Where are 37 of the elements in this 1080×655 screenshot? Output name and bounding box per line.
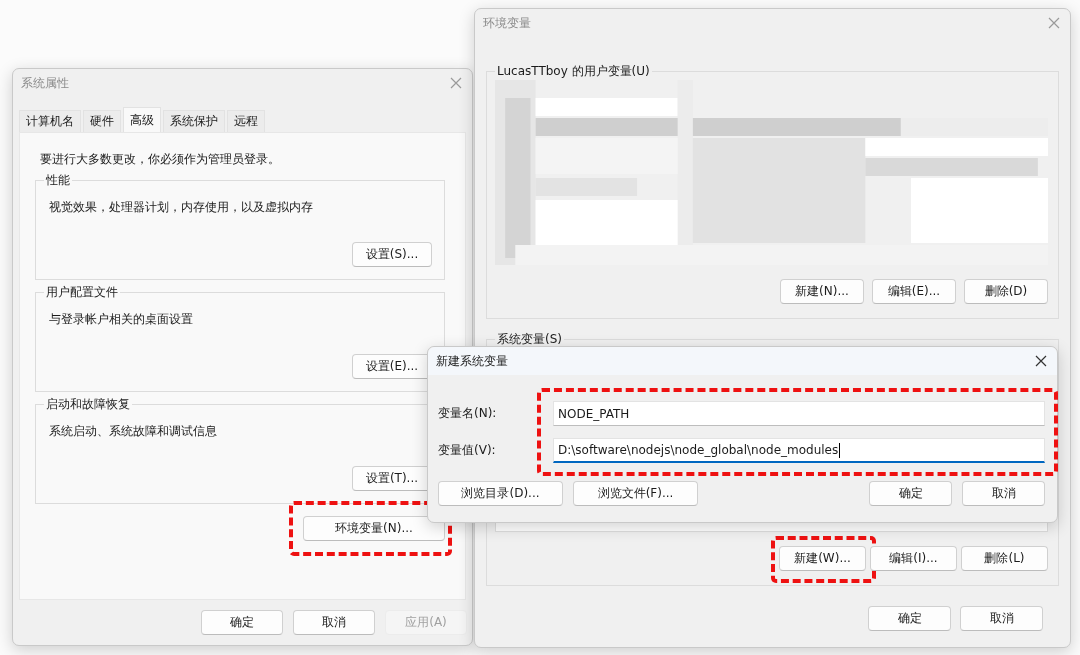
dialog-button[interactable]: 确定 (201, 610, 283, 635)
group-label: 用户配置文件 (44, 284, 120, 301)
group-label: LucasTTboy 的用户变量(U) (495, 63, 652, 80)
window-title: 系统属性 (21, 74, 69, 92)
group-label: 性能 (44, 172, 72, 189)
close-icon[interactable] (1035, 355, 1047, 367)
tab[interactable]: 远程 (227, 110, 265, 132)
dialog-button[interactable]: 确定 (868, 606, 951, 631)
dialog-button[interactable]: 确定 (869, 481, 952, 506)
dialog-button[interactable]: 删除(L) (961, 546, 1048, 571)
dialog-button[interactable]: 编辑(E)... (872, 279, 956, 304)
window-title: 环境变量 (483, 14, 531, 32)
dialog-button[interactable]: 新建(W)... (779, 546, 866, 571)
group-label: 启动和故障恢复 (44, 396, 132, 413)
dialog-button[interactable]: 新建(N)... (780, 279, 864, 304)
environment-variables-button[interactable]: 环境变量(N)... (303, 516, 445, 541)
dialog-button[interactable]: 取消 (293, 610, 375, 635)
group-description: 系统启动、系统故障和调试信息 (48, 423, 218, 440)
dialog-button[interactable]: 取消 (962, 481, 1045, 506)
field-label: 变量值(V): (438, 442, 497, 459)
input-field[interactable]: NODE_PATH (553, 401, 1045, 426)
window-title: 新建系统变量 (436, 352, 508, 370)
input-field[interactable]: D:\software\nodejs\node_global\node_modules (553, 438, 1045, 463)
browse-button[interactable]: 浏览文件(F)... (573, 481, 698, 506)
field-label: 变量名(N): (438, 405, 498, 422)
settings-button[interactable]: 设置(S)... (352, 242, 432, 267)
browse-button[interactable]: 浏览目录(D)... (438, 481, 563, 506)
tab[interactable]: 系统保护 (163, 110, 225, 132)
dialog-button[interactable]: 取消 (960, 606, 1043, 631)
group-description: 视觉效果，处理器计划，内存使用，以及虚拟内存 (48, 199, 314, 216)
dialog-button[interactable]: 删除(D) (964, 279, 1048, 304)
tab[interactable]: 计算机名 (19, 110, 81, 132)
tab[interactable]: 硬件 (83, 110, 121, 132)
tab[interactable]: 高级 (123, 107, 161, 132)
admin-notice: 要进行大多数更改，你必须作为管理员登录。 (39, 151, 281, 168)
dialog-button[interactable]: 编辑(I)... (870, 546, 957, 571)
group-description: 与登录帐户相关的桌面设置 (48, 311, 194, 328)
